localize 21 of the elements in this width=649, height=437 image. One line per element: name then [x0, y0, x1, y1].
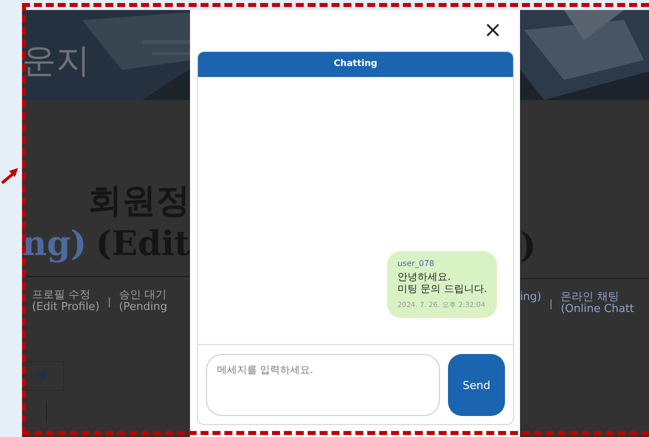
nav-label[interactable]: 프로필 수정 [32, 289, 100, 301]
caret-down-icon [37, 372, 49, 380]
page-heading: ) [520, 225, 536, 268]
sender-name: user_078 [397, 259, 436, 268]
message-input[interactable]: 메세지를 입력하세요. [206, 354, 440, 416]
message-text: 안녕하세요. 미팅 문의 드립니다. [397, 272, 487, 296]
separator: | [108, 297, 111, 308]
send-button[interactable]: Send [448, 354, 505, 416]
close-button[interactable]: × [484, 20, 514, 42]
dropdown[interactable] [22, 361, 64, 391]
page-title: 운지 [22, 40, 90, 83]
nav-label[interactable]: 온라인 채팅 [560, 291, 634, 303]
nav-label[interactable]: 승인 대기 [118, 289, 168, 301]
page-heading: ng) [22, 223, 87, 266]
nav-sublabel[interactable]: (Pending [118, 301, 168, 313]
separator: | [549, 299, 553, 310]
nav-sublabel[interactable]: (Online Chatt [560, 303, 634, 315]
chat-header: Chatting [198, 52, 513, 77]
nav-sublabel[interactable]: ing) [520, 291, 542, 303]
nav-sublabel[interactable]: (Edit Profile) [32, 301, 100, 313]
arrow-icon [0, 165, 20, 185]
